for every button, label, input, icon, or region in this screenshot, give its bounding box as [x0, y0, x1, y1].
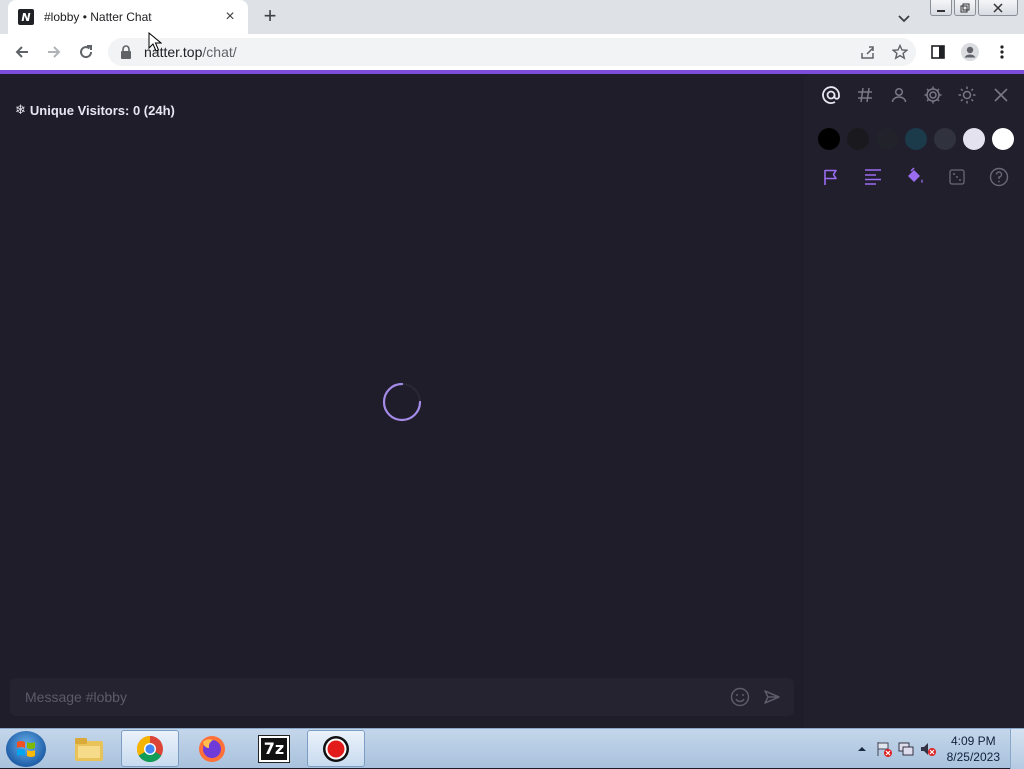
7z-label: 7z	[258, 734, 290, 763]
tab-close-icon[interactable]: ×	[222, 9, 238, 25]
tab-strip: N #lobby • Natter Chat × +	[0, 0, 1024, 34]
back-button[interactable]	[10, 40, 34, 64]
visitors-text: Unique Visitors: 0 (24h)	[29, 102, 175, 118]
new-tab-button[interactable]: +	[258, 5, 282, 29]
tab-title: #lobby • Natter Chat	[44, 10, 152, 24]
network-icon[interactable]	[895, 738, 917, 760]
profile-avatar-icon[interactable]	[958, 40, 982, 64]
swatch-charcoal[interactable]	[847, 128, 869, 150]
swatch-light-lavender[interactable]	[963, 128, 985, 150]
action-center-flag-icon[interactable]	[873, 738, 895, 760]
swatch-dark-gray[interactable]	[876, 128, 898, 150]
sun-icon[interactable]	[950, 81, 984, 109]
message-composer	[10, 678, 794, 716]
file-explorer-taskbar-icon[interactable]	[60, 730, 118, 767]
show-hidden-icons-icon[interactable]	[851, 738, 873, 760]
align-left-icon[interactable]	[856, 163, 890, 191]
system-tray: 4:09 PM 8/25/2023	[851, 729, 1024, 769]
natter-favicon: N	[18, 9, 34, 25]
natter-chat-app: ❄ Unique Visitors: 0 (24h)	[0, 74, 1024, 728]
swatch-dark-teal[interactable]	[905, 128, 927, 150]
share-icon[interactable]	[852, 38, 884, 66]
visitors-stat: ❄ Unique Visitors: 0 (24h)	[15, 102, 175, 118]
windows-logo-icon	[17, 741, 35, 757]
browser-menu-icon[interactable]	[990, 40, 1014, 64]
window-controls	[930, 0, 1018, 16]
dice-icon[interactable]	[940, 163, 974, 191]
forward-button[interactable]	[42, 40, 66, 64]
loading-spinner-icon	[382, 382, 422, 422]
gear-icon[interactable]	[916, 81, 950, 109]
reload-button[interactable]	[74, 40, 98, 64]
swatch-slate[interactable]	[934, 128, 956, 150]
chrome-taskbar-icon[interactable]	[121, 730, 179, 767]
close-icon[interactable]	[984, 81, 1018, 109]
browser-tab[interactable]: N #lobby • Natter Chat ×	[8, 0, 248, 34]
clock-date: 8/25/2023	[946, 750, 1000, 764]
clock-time: 4:09 PM	[950, 734, 996, 748]
taskbar-clock[interactable]: 4:09 PM 8/25/2023	[947, 733, 1000, 765]
recorder-taskbar-icon[interactable]	[307, 730, 365, 767]
sidebar-top-icons	[814, 81, 1018, 109]
flag-icon[interactable]	[814, 163, 848, 191]
emoji-icon[interactable]	[724, 681, 756, 713]
paint-bucket-icon[interactable]	[898, 163, 932, 191]
sidebar-tool-icons	[814, 163, 1016, 191]
message-input[interactable]	[25, 689, 724, 705]
window-close-button[interactable]	[978, 0, 1018, 16]
snowflake-icon: ❄	[15, 102, 26, 117]
chat-main-area: ❄ Unique Visitors: 0 (24h)	[0, 74, 804, 728]
hash-icon[interactable]	[848, 81, 882, 109]
volume-muted-icon[interactable]	[917, 738, 939, 760]
7zip-taskbar-icon[interactable]: 7z	[245, 730, 303, 767]
swatch-black[interactable]	[818, 128, 840, 150]
firefox-taskbar-icon[interactable]	[183, 730, 241, 767]
bookmark-star-icon[interactable]	[884, 38, 916, 66]
at-icon[interactable]	[814, 81, 848, 109]
side-panel-icon[interactable]	[926, 40, 950, 64]
url-path: /chat/	[202, 44, 237, 60]
tab-search-chevron-icon[interactable]	[894, 8, 914, 28]
send-icon[interactable]	[756, 681, 788, 713]
help-icon[interactable]	[982, 163, 1016, 191]
show-desktop-button[interactable]	[1010, 729, 1024, 769]
minimize-button[interactable]	[930, 0, 952, 16]
settings-sidebar	[804, 74, 1024, 728]
swatch-white[interactable]	[992, 128, 1014, 150]
mouse-cursor-icon	[148, 32, 162, 52]
address-bar[interactable]: natter.top/chat/	[108, 38, 916, 66]
user-icon[interactable]	[882, 81, 916, 109]
theme-color-swatches	[818, 128, 1014, 150]
windows-taskbar: 7z 4:09 PM 8/25/2023	[0, 728, 1024, 769]
start-button[interactable]	[6, 731, 46, 767]
restore-button[interactable]	[954, 0, 976, 16]
lock-icon[interactable]	[120, 45, 132, 59]
